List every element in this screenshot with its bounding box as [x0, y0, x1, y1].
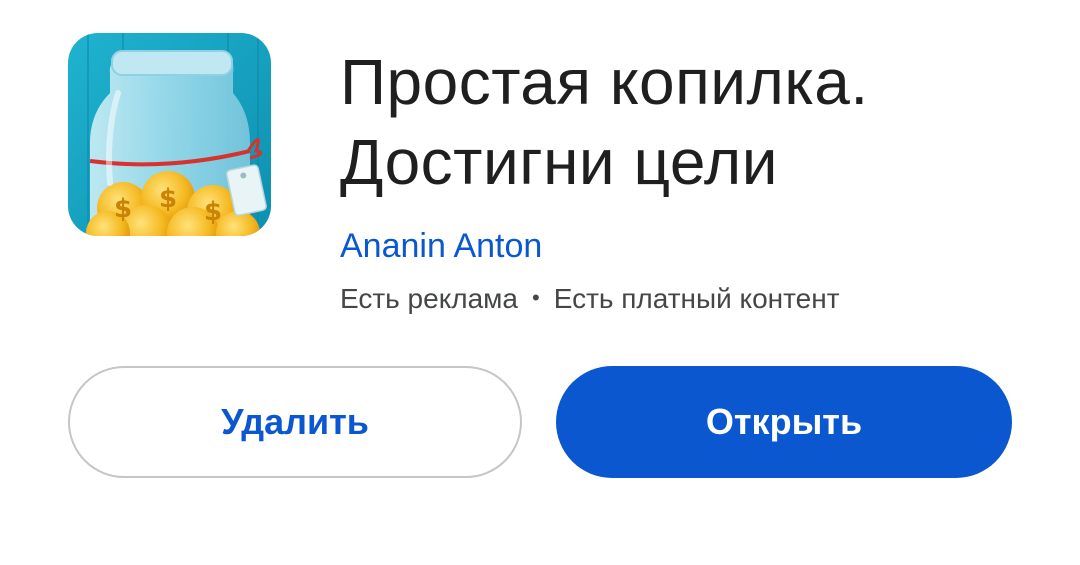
uninstall-button[interactable]: Удалить [68, 366, 522, 478]
app-title: Простая копилка. Достигни цели [340, 42, 1040, 202]
in-app-purchases-label: Есть платный контент [553, 283, 840, 314]
meta-separator: • [532, 285, 540, 310]
svg-text:$: $ [159, 184, 177, 214]
money-jar-icon: $ $ $ [68, 33, 271, 236]
contains-ads-label: Есть реклама [340, 283, 518, 314]
app-meta: Есть реклама • Есть платный контент [340, 280, 840, 320]
app-title-line-1: Простая копилка. [340, 46, 869, 118]
app-title-line-2: Достигни цели [340, 126, 778, 198]
svg-text:$: $ [114, 194, 132, 224]
open-button-label: Открыть [705, 401, 863, 442]
svg-text:$: $ [204, 197, 222, 227]
open-button[interactable]: Открыть [556, 366, 1012, 478]
developer-link[interactable]: Ananin Anton [340, 224, 542, 268]
uninstall-button-label: Удалить [221, 401, 369, 442]
